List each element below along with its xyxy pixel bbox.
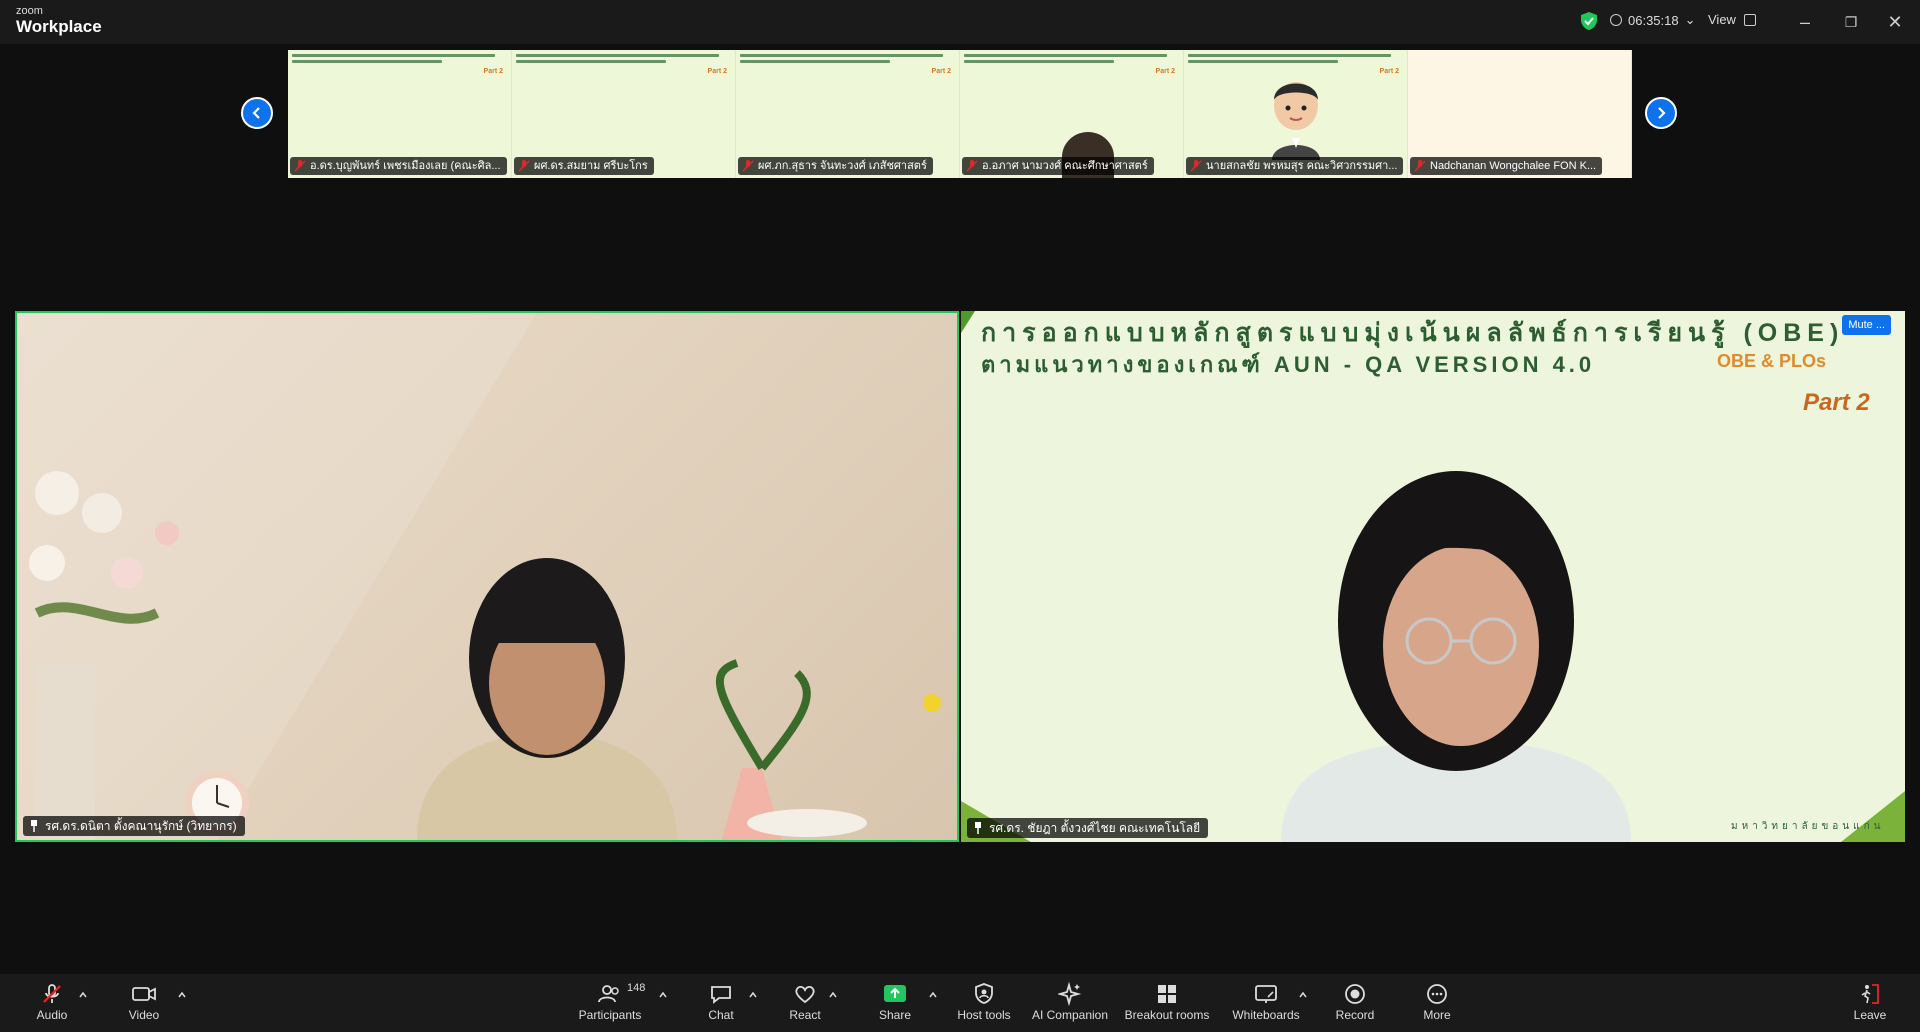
- clock-icon: [1610, 14, 1622, 26]
- sparkle-icon: [1058, 982, 1082, 1006]
- leave-icon: [1861, 984, 1879, 1004]
- minimize-icon[interactable]: –: [1793, 10, 1817, 34]
- slide-title: การออกแบบหลักสูตรแบบมุ่งเน้นผลลัพธ์การเร…: [981, 319, 1845, 347]
- avatar: [1272, 82, 1320, 160]
- react-options-caret-icon[interactable]: [828, 990, 838, 1000]
- breakout-rooms-icon: [1158, 985, 1176, 1003]
- slide-part-mark: Part 2: [1379, 68, 1399, 75]
- muted-mic-icon: [43, 984, 61, 1003]
- chevron-left-icon: [252, 107, 260, 119]
- participant-name: ผศ.ดร.สมยาม ศรีบะโกร: [514, 157, 654, 175]
- whiteboard-icon: [1255, 985, 1277, 1003]
- muted-mic-icon: [743, 160, 753, 172]
- speaker-video: [17, 313, 941, 840]
- slide-thumbnail: [516, 54, 730, 72]
- thumbnail-strip: Part 2 อ.ดร.บุญพันทร์ เพชรเมืองเลย (คณะศ…: [288, 50, 1632, 178]
- video-camera-icon: [132, 987, 156, 1001]
- participant-name: นายสกลชัย พรหมสุร คณะวิศวกรรมศา...: [1186, 157, 1404, 175]
- participants-count: 148: [627, 982, 646, 994]
- thumbnail-tile[interactable]: Part 2 ผศ.ภก.สุธาร จันทะวงศ์ เภสัชศาสตร์: [736, 50, 960, 178]
- muted-mic-icon: [1415, 160, 1425, 172]
- pin-icon: [975, 822, 981, 834]
- chevron-right-icon: [1658, 107, 1666, 119]
- thumbnail-tile[interactable]: Part 2 อ.อภาศ นามวงศ์ คณะศึกษาศาสตร์: [960, 50, 1184, 178]
- zoom-logo: zoom Workplace: [16, 5, 102, 36]
- slide-part-mark: Part 2: [1155, 68, 1175, 75]
- close-icon[interactable]: ✕: [1883, 10, 1907, 34]
- slide-part-mark: Part 2: [707, 68, 727, 75]
- whiteboards-button[interactable]: Whiteboards: [1216, 982, 1316, 1022]
- participants-options-caret-icon[interactable]: [658, 990, 668, 1000]
- slide-part: Part 2: [1803, 389, 1870, 416]
- title-bar: zoom Workplace 06:35:18 ⌄ View – ❐ ✕: [0, 0, 1920, 44]
- meeting-timer[interactable]: 06:35:18 ⌄: [1610, 12, 1696, 28]
- logo-brand: zoom: [16, 5, 43, 17]
- more-button[interactable]: More: [1387, 982, 1487, 1022]
- slide-thumbnail: [964, 54, 1178, 72]
- participant-name: ผศ.ภก.สุธาร จันทะวงศ์ เภสัชศาสตร์: [738, 157, 933, 175]
- participants-button[interactable]: Participants 148: [560, 982, 660, 1022]
- heart-icon: [795, 985, 815, 1004]
- slide-thumbnail: [292, 54, 506, 72]
- slide-thumbnail: [740, 54, 954, 72]
- presenter-name-tag: รศ.ดร. ชัยฎา ตั้งวงศ์ไชย คณะเทคโนโลยี: [967, 818, 1209, 838]
- logo-product: Workplace: [16, 17, 102, 36]
- restore-icon[interactable]: ❐: [1839, 10, 1863, 34]
- slide-subtitle: ตามแนวทางของเกณฑ์ AUN - QA VERSION 4.0: [981, 352, 1596, 377]
- meeting-toolbar: Audio Video Participants 148 Chat React …: [0, 974, 1920, 1032]
- thumbnail-tile[interactable]: Part 2 ผศ.ดร.สมยาม ศรีบะโกร: [512, 50, 736, 178]
- previous-page-button[interactable]: [241, 97, 273, 129]
- video-options-caret-icon[interactable]: [177, 990, 187, 1000]
- view-label: View: [1708, 12, 1736, 27]
- host-tools-button[interactable]: Host tools: [934, 982, 1034, 1022]
- muted-mic-icon: [519, 160, 529, 172]
- leave-button[interactable]: Leave: [1820, 982, 1920, 1022]
- video-button[interactable]: Video: [94, 982, 194, 1022]
- pin-icon: [31, 820, 37, 832]
- view-button[interactable]: View: [1708, 12, 1756, 27]
- shared-screen-tile[interactable]: การออกแบบหลักสูตรแบบมุ่งเน้นผลลัพธ์การเร…: [961, 311, 1905, 842]
- chat-icon: [711, 986, 731, 1004]
- participant-name: อ.ดร.บุญพันทร์ เพชรเมืองเลย (คณะศิล...: [290, 157, 507, 175]
- muted-mic-icon: [295, 160, 305, 172]
- slide-part-mark: Part 2: [483, 68, 503, 75]
- react-button[interactable]: React: [755, 982, 855, 1022]
- slide-footer: มหาวิทยาลัยขอนแก่น: [1731, 821, 1885, 832]
- presenter-video: [961, 311, 1905, 842]
- breakout-rooms-button[interactable]: Breakout rooms: [1117, 982, 1217, 1022]
- mute-participant-button[interactable]: Mute ...: [1842, 315, 1891, 335]
- grid-view-icon: [1743, 13, 1756, 26]
- next-page-button[interactable]: [1645, 97, 1677, 129]
- participant-name: อ.อภาศ นามวงศ์ คณะศึกษาศาสตร์: [962, 157, 1154, 175]
- participant-name: Nadchanan Wongchalee FON K...: [1410, 157, 1603, 175]
- share-screen-icon: [884, 985, 906, 1002]
- slide-tag: OBE & PLOs: [1717, 351, 1827, 371]
- thumbnail-tile[interactable]: Part 2 นายสกลชัย พรหมสุร คณะวิศวกรรมศา..…: [1184, 50, 1408, 178]
- more-icon: [1427, 984, 1447, 1004]
- muted-mic-icon: [1191, 160, 1201, 172]
- muted-mic-icon: [967, 160, 977, 172]
- active-speaker-tile[interactable]: รศ.ดร.ดนิตา ตั้งคณานุรักษ์ (วิทยากร): [15, 311, 959, 842]
- timer-text: 06:35:18: [1628, 12, 1679, 28]
- thumbnail-tile[interactable]: Nadchanan Wongchalee FON K...: [1408, 50, 1632, 178]
- chevron-down-icon: ⌄: [1684, 12, 1696, 27]
- record-icon: [1345, 984, 1365, 1004]
- thumbnail-tile[interactable]: Part 2 อ.ดร.บุญพันทร์ เพชรเมืองเลย (คณะศ…: [288, 50, 512, 178]
- slide-part-mark: Part 2: [931, 68, 951, 75]
- participants-icon: [598, 985, 619, 1003]
- audio-options-caret-icon[interactable]: [78, 990, 88, 1000]
- ai-companion-button[interactable]: AI Companion: [1020, 982, 1120, 1022]
- speaker-name-tag: รศ.ดร.ดนิตา ตั้งคณานุรักษ์ (วิทยากร): [23, 816, 245, 836]
- shield-icon: [975, 983, 993, 1004]
- audio-button[interactable]: Audio: [2, 982, 102, 1022]
- security-shield-icon[interactable]: [1580, 11, 1598, 31]
- share-button[interactable]: Share: [845, 982, 945, 1022]
